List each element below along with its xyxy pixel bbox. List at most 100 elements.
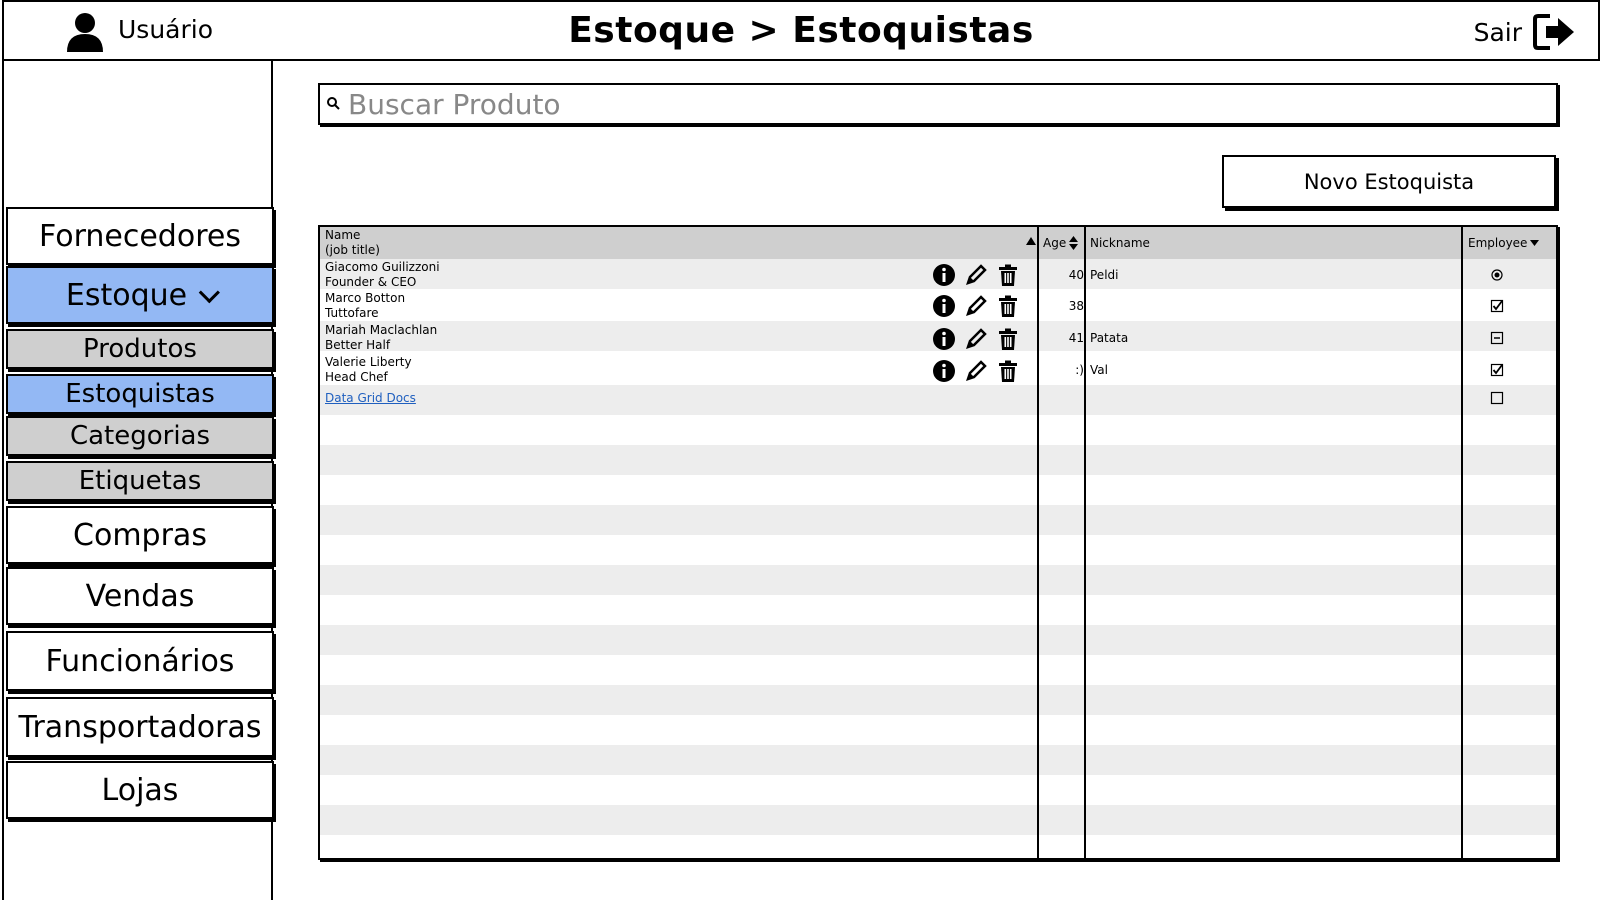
nickname-cell: Patata: [1090, 331, 1129, 345]
pencil-icon[interactable]: [964, 263, 988, 287]
header-name-label: Name: [325, 228, 361, 242]
header-age-label: Age: [1043, 236, 1067, 250]
info-icon[interactable]: [932, 359, 956, 383]
table-row[interactable]: Mariah Maclachlan Better Half 41 Patata: [320, 322, 1556, 354]
nickname-cell: Val: [1090, 363, 1108, 377]
name-cell: Mariah Maclachlan Better Half: [325, 323, 437, 353]
sidebar-item-label: Fornecedores: [39, 218, 241, 254]
header-employee-label: Employee: [1468, 236, 1528, 250]
grid-stripe: [320, 625, 1556, 655]
data-grid: Name (job title) Age Nickname Employee G…: [318, 225, 1558, 860]
pencil-icon[interactable]: [964, 359, 988, 383]
sidebar-item-categorias[interactable]: Categorias: [6, 416, 274, 456]
sidebar-item-label: Estoquistas: [65, 379, 215, 409]
sidebar-item-produtos[interactable]: Produtos: [6, 329, 274, 369]
trash-icon[interactable]: [996, 294, 1020, 318]
grid-stripe: [320, 505, 1556, 535]
row-actions: [932, 263, 1020, 287]
grid-stripe: [320, 565, 1556, 595]
trash-icon[interactable]: [996, 263, 1020, 287]
name-cell: Marco Botton Tuttofare: [325, 291, 405, 321]
row-actions: [932, 294, 1020, 318]
sidebar-item-label: Etiquetas: [78, 466, 202, 496]
trash-icon[interactable]: [996, 327, 1020, 351]
logout-icon[interactable]: [1532, 12, 1576, 52]
info-icon[interactable]: [932, 294, 956, 318]
grid-stripe: [320, 385, 1556, 415]
age-cell: :): [1075, 363, 1084, 377]
sidebar-item-estoque[interactable]: Estoque: [6, 266, 274, 324]
sidebar-item-fornecedores[interactable]: Fornecedores: [6, 207, 274, 265]
sidebar-item-estoquistas[interactable]: Estoquistas: [6, 374, 274, 414]
person-title: Tuttofare: [325, 306, 379, 320]
sidebar-item-label: Lojas: [101, 772, 179, 808]
new-stocker-label: Novo Estoquista: [1303, 169, 1475, 194]
sidebar-item-label: Compras: [73, 517, 207, 553]
sidebar-item-compras[interactable]: Compras: [6, 506, 274, 564]
grid-header: Name (job title) Age Nickname Employee: [320, 227, 1556, 259]
nickname-cell: Peldi: [1090, 268, 1119, 282]
name-cell: Giacomo Guilizzoni Founder & CEO: [325, 260, 440, 290]
name-cell: Valerie Liberty Head Chef: [325, 355, 412, 385]
header-name-sub: (job title): [325, 243, 380, 257]
sidebar-item-label: Vendas: [85, 578, 195, 614]
header-employee[interactable]: Employee: [1468, 227, 1540, 259]
sidebar-item-transportadoras[interactable]: Transportadoras: [6, 697, 274, 757]
employee-checkbox-indeterminate[interactable]: [1490, 331, 1504, 345]
trash-icon[interactable]: [996, 359, 1020, 383]
table-row[interactable]: Marco Botton Tuttofare 38: [320, 290, 1556, 322]
row-actions: [932, 327, 1020, 351]
grid-stripe: [320, 805, 1556, 835]
chevron-down-icon: [198, 281, 221, 303]
sidebar-item-funcionarios[interactable]: Funcionários: [6, 631, 274, 691]
sort-asc-icon[interactable]: [1026, 237, 1036, 245]
grid-stripe: [320, 685, 1556, 715]
info-icon[interactable]: [932, 263, 956, 287]
info-icon[interactable]: [932, 327, 956, 351]
sidebar: Fornecedores Estoque Produtos Estoquista…: [2, 61, 274, 900]
age-cell: 41: [1068, 331, 1084, 345]
age-cell: 40: [1068, 268, 1084, 282]
person-title: Better Half: [325, 338, 391, 352]
employee-radio[interactable]: [1490, 268, 1504, 282]
sidebar-item-etiquetas[interactable]: Etiquetas: [6, 461, 274, 501]
search-box[interactable]: [318, 83, 1558, 125]
grid-stripe: [320, 745, 1556, 775]
new-stocker-button[interactable]: Novo Estoquista: [1222, 155, 1556, 208]
pencil-icon[interactable]: [964, 294, 988, 318]
header-nickname-label: Nickname: [1090, 236, 1150, 250]
person-name: Marco Botton: [325, 291, 406, 305]
header-nickname[interactable]: Nickname: [1090, 227, 1150, 259]
sidebar-item-label: Produtos: [83, 334, 197, 364]
sidebar-item-label: Estoque: [65, 277, 188, 313]
employee-checkbox-checked[interactable]: [1490, 299, 1504, 313]
search-icon: [327, 97, 340, 110]
person-name: Giacomo Guilizzoni: [325, 260, 440, 274]
top-bar: Usuário Estoque > Estoquistas Sair: [2, 0, 1600, 61]
employee-checkbox-unchecked[interactable]: [1490, 391, 1504, 405]
pencil-icon[interactable]: [964, 327, 988, 351]
dropdown-icon[interactable]: [1530, 240, 1540, 246]
table-row[interactable]: Giacomo Guilizzoni Founder & CEO 40 Peld…: [320, 259, 1556, 291]
sidebar-item-vendas[interactable]: Vendas: [6, 567, 274, 625]
sidebar-item-label: Categorias: [69, 421, 211, 451]
employee-checkbox-checked[interactable]: [1490, 363, 1504, 377]
sidebar-item-lojas[interactable]: Lojas: [6, 761, 274, 819]
person-title: Head Chef: [325, 370, 388, 384]
age-cell: 38: [1068, 299, 1084, 313]
sidebar-item-label: Transportadoras: [18, 709, 262, 745]
header-age[interactable]: Age: [1043, 227, 1079, 259]
sidebar-item-label: Funcionários: [45, 643, 235, 679]
header-name[interactable]: Name (job title): [325, 227, 1025, 259]
grid-stripe: [320, 445, 1556, 475]
table-row[interactable]: Valerie Liberty Head Chef :) Val: [320, 354, 1556, 386]
logout-button[interactable]: Sair: [1474, 12, 1576, 52]
person-name: Valerie Liberty: [325, 355, 412, 369]
person-name: Mariah Maclachlan: [325, 323, 438, 337]
sort-both-icon[interactable]: [1069, 236, 1079, 250]
row-actions: [932, 359, 1020, 383]
data-grid-docs-link[interactable]: Data Grid Docs: [325, 391, 416, 405]
logout-label[interactable]: Sair: [1474, 18, 1522, 47]
search-input[interactable]: [346, 86, 1530, 122]
person-title: Founder & CEO: [325, 275, 417, 289]
